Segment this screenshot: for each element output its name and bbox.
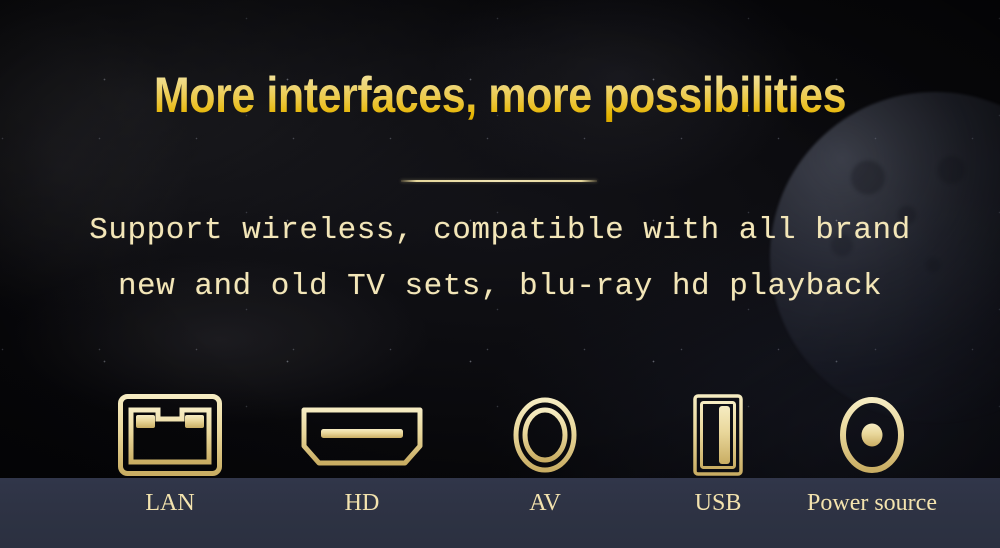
subtitle-text: Support wireless, compatible with all br… [0, 203, 1000, 315]
port-icon-power [840, 392, 904, 478]
port-label-bar: LAN HD AV USB Power source [0, 478, 1000, 548]
port-icon-lan [118, 392, 222, 478]
subtitle-line-2: new and old TV sets, blu-ray hd playback [117, 269, 883, 304]
hdmi-port-icon [301, 407, 423, 466]
power-jack-icon [840, 397, 904, 473]
page-title: More interfaces, more possibilities [70, 68, 930, 122]
title-divider [401, 180, 597, 182]
port-label-hd: HD [344, 490, 380, 516]
port-icon-hdmi [301, 392, 423, 478]
port-icon-av [513, 392, 577, 478]
product-feature-banner: More interfaces, more possibilities Supp… [0, 0, 1000, 548]
port-label-av: AV [529, 490, 561, 516]
av-jack-icon [513, 397, 577, 473]
subtitle-line-1: Support wireless, compatible with all br… [89, 213, 911, 248]
port-label-usb: USB [694, 490, 742, 516]
usb-port-icon [693, 394, 743, 476]
port-icon-usb [693, 392, 743, 478]
lan-port-icon [118, 394, 222, 476]
port-label-power: Power source [807, 490, 937, 516]
port-icon-row [0, 392, 1000, 482]
port-label-lan: LAN [145, 490, 195, 516]
